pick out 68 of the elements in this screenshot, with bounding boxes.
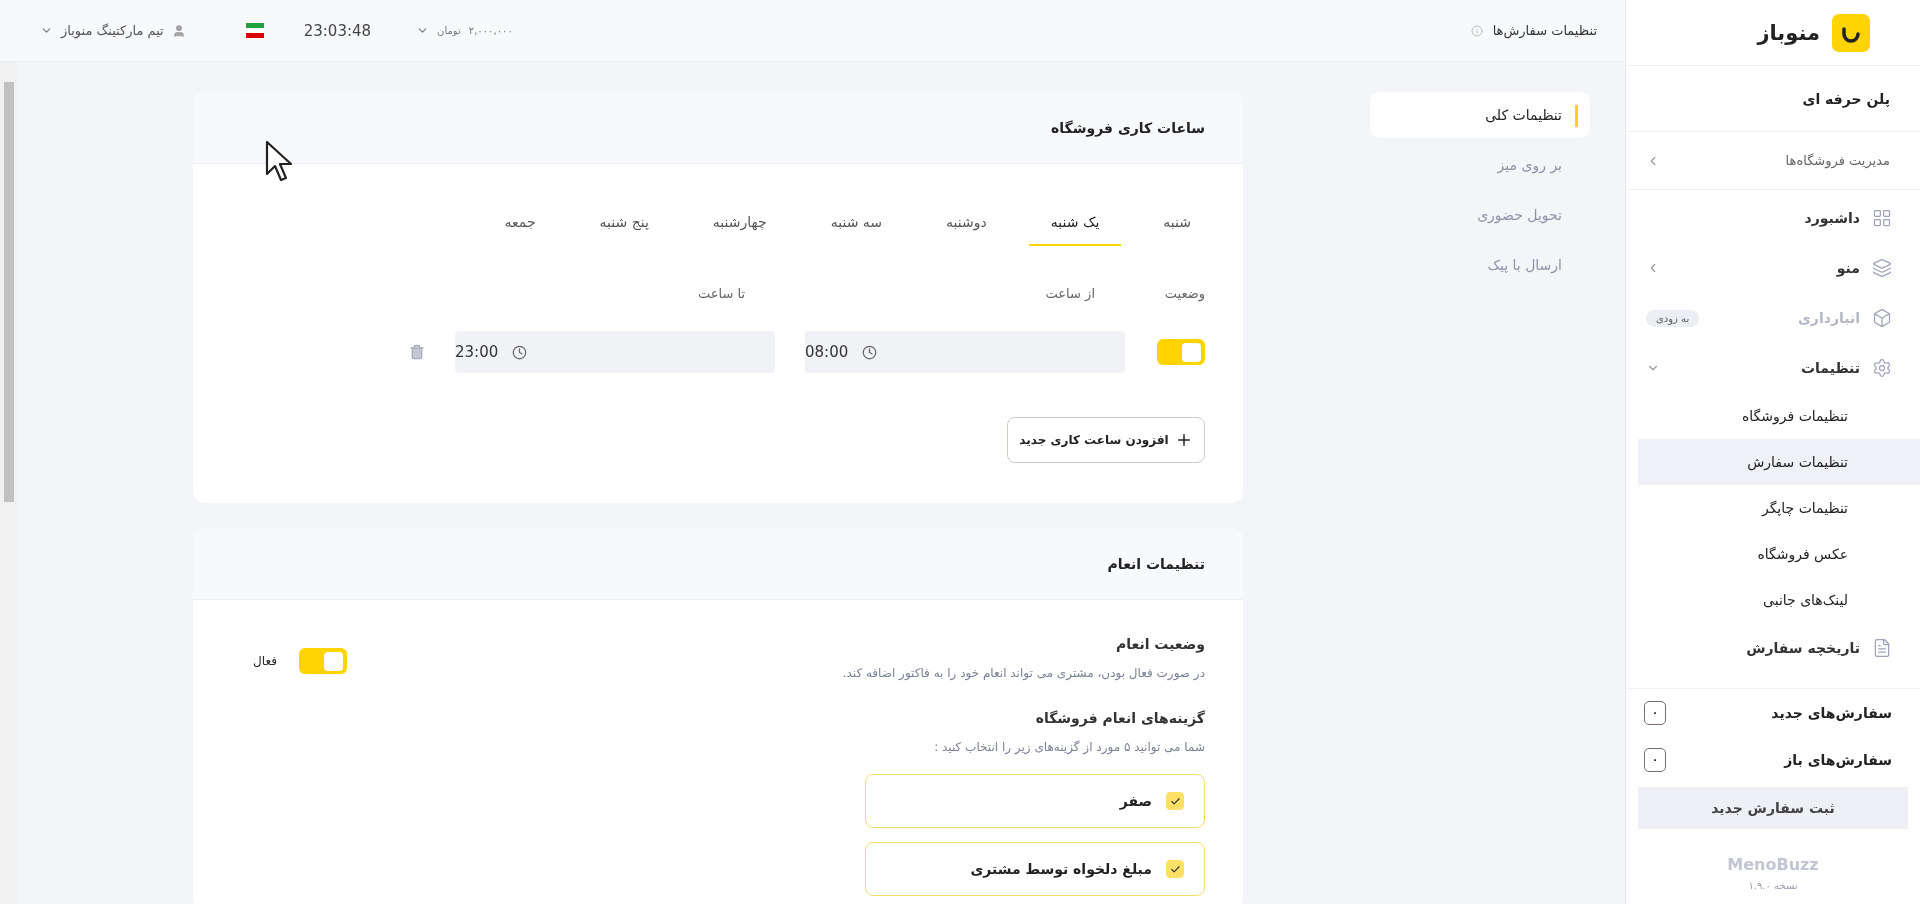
- count-badge: ۰: [1644, 747, 1666, 772]
- user-icon: [171, 23, 186, 38]
- store-management-link[interactable]: مدیریت فروشگاه‌ها: [1626, 132, 1920, 190]
- sidebar-subitem[interactable]: تنظیمات چاپگر: [1638, 485, 1920, 531]
- tip-option[interactable]: مبلغ دلخواه توسط مشتری: [865, 842, 1205, 896]
- section-title: وضعیت انعام: [1114, 636, 1205, 652]
- mouse-cursor-icon: [265, 140, 295, 184]
- add-hours-button[interactable]: افزودن ساعت کاری جدید: [1007, 417, 1205, 463]
- soon-badge: به زودی: [1646, 309, 1700, 327]
- column-label: تا ساعت: [696, 285, 746, 303]
- description-text: در صورت فعال بودن، مشتری می تواند انعام خود را به فاکتور اضافه کند.: [842, 666, 1205, 680]
- count-badge: ۰: [1644, 700, 1666, 725]
- sidebar-subitem[interactable]: لینک‌های جانبی: [1638, 577, 1920, 623]
- balance-text: ۲,۰۰۰,۰۰۰: [468, 25, 513, 36]
- user-name[interactable]: تیم مارکتینگ منوباز: [61, 23, 164, 38]
- inventory-icon: [1872, 308, 1892, 328]
- status-toggle[interactable]: [1157, 339, 1205, 365]
- toggle-label: فعال: [253, 654, 277, 668]
- checkbox[interactable]: [1166, 792, 1184, 810]
- card-title: ساعات کاری فروشگاه: [193, 92, 1243, 164]
- counter-label[interactable]: سفارش‌های باز: [1784, 751, 1892, 768]
- plan-name: پلن حرفه ای: [1626, 66, 1920, 132]
- clock-time: 23:03:48: [303, 21, 372, 40]
- column-label: وضعیت: [1163, 285, 1205, 304]
- day-tab[interactable]: دوشنبه: [924, 204, 1009, 246]
- trash-icon[interactable]: [409, 344, 425, 360]
- tip-toggle[interactable]: [298, 648, 347, 674]
- menu-icon: [1872, 258, 1892, 278]
- tip-option[interactable]: صفر: [865, 774, 1205, 828]
- day-tab[interactable]: سه شنبه: [808, 204, 905, 246]
- info-icon[interactable]: [1470, 24, 1483, 37]
- new-order-button[interactable]: ثبت سفارش جدید: [1638, 787, 1908, 829]
- hint-text: شما می توانید ۵ مورد از گزینه‌های زیر را انتخاب کنید :: [933, 740, 1205, 754]
- logo-icon: [1832, 13, 1870, 52]
- time-field[interactable]: 23:00: [455, 331, 775, 373]
- sidebar-item[interactable]: تاریخچه سفارش: [1626, 623, 1920, 673]
- day-tab[interactable]: یک شنبه: [1028, 204, 1122, 246]
- settings-nav-item[interactable]: تنظیمات کلی: [1370, 92, 1590, 138]
- scrollbar[interactable]: [0, 62, 18, 904]
- column-label: از ساعت: [1044, 285, 1096, 303]
- version-text: نسخه ۱.۹.۰: [1747, 880, 1799, 891]
- flag-icon: [245, 23, 264, 38]
- sidebar-subitem[interactable]: عکس فروشگاه: [1638, 531, 1920, 577]
- history-icon: [1872, 638, 1892, 658]
- sidebar-item[interactable]: منو: [1626, 243, 1920, 293]
- dashboard-icon: [1872, 208, 1892, 228]
- brand-logo-text: MenoBuzz: [1726, 855, 1820, 874]
- clock-icon: [512, 344, 528, 360]
- clock-icon: [862, 344, 878, 360]
- day-tab[interactable]: چهارشنبه: [690, 204, 789, 246]
- page-title: تنظیمات سفارش‌ها: [1492, 23, 1597, 38]
- sidebar-item[interactable]: تنظیمات: [1626, 343, 1920, 393]
- sidebar-subitem[interactable]: تنظیمات فروشگاه: [1638, 393, 1920, 439]
- checkbox[interactable]: [1166, 860, 1184, 878]
- day-tab[interactable]: شنبه: [1141, 204, 1213, 246]
- sidebar-subitem[interactable]: تنظیمات سفارش: [1638, 439, 1920, 485]
- day-tab[interactable]: پنج شنبه: [577, 204, 671, 246]
- card-title: تنظیمات انعام: [193, 528, 1243, 600]
- settings-icon: [1872, 358, 1892, 378]
- time-field[interactable]: 08:00: [805, 331, 1125, 373]
- section-title: گزینه‌های انعام فروشگاه: [1034, 710, 1205, 726]
- sidebar-item[interactable]: داشبورد: [1626, 193, 1920, 243]
- counter-label[interactable]: سفارش‌های جدید: [1771, 704, 1892, 721]
- logo-text: منوباز: [1757, 20, 1820, 45]
- check-icon: [1169, 863, 1181, 875]
- day-tab[interactable]: جمعه: [482, 204, 558, 246]
- check-icon: [1169, 795, 1181, 807]
- currency-text: تومان: [437, 25, 461, 36]
